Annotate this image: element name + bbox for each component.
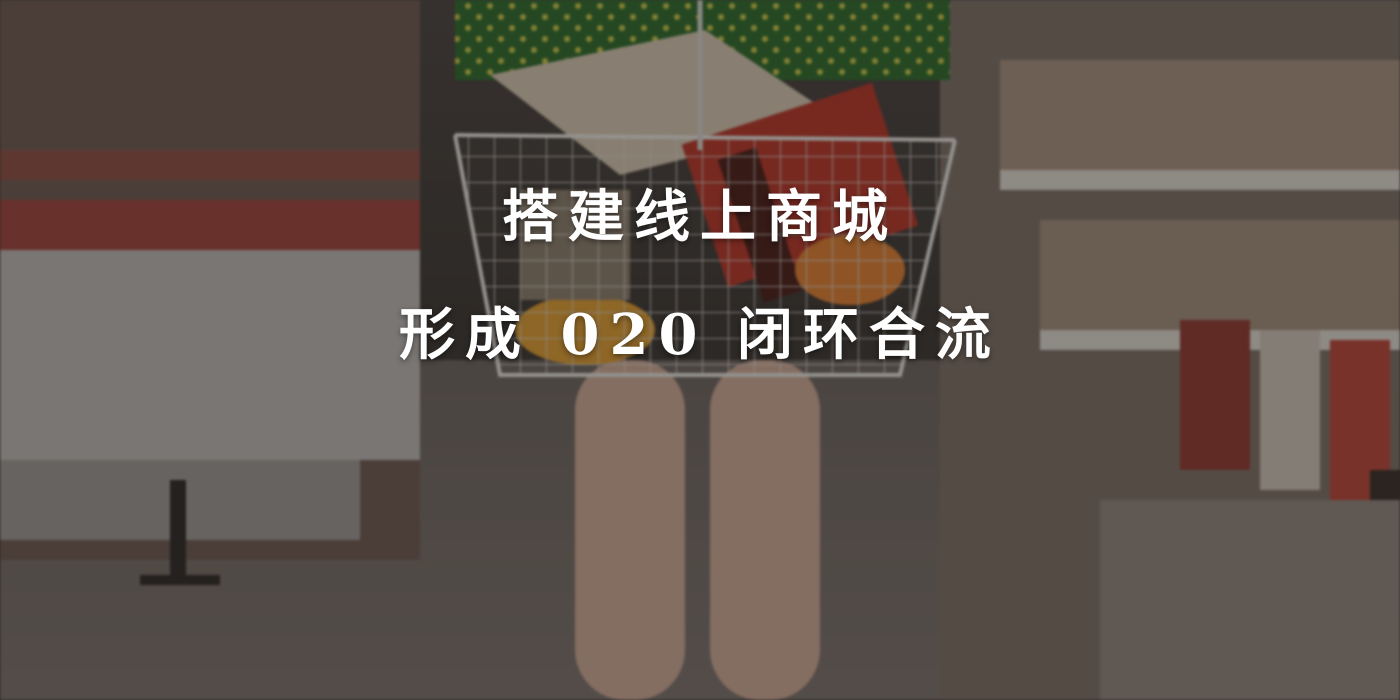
headline-line-2: 形成 020 闭环合流 [399, 302, 1001, 368]
headline-line-1: 搭建线上商城 [502, 184, 898, 250]
banner-scene: 搭建线上商城 形成 020 闭环合流 [0, 0, 1400, 700]
